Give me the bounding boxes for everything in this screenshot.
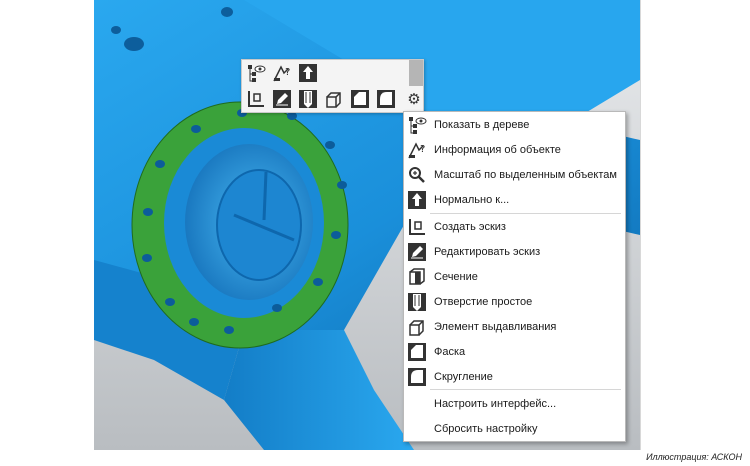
image-caption: Иллюстрация: АСКОН — [646, 452, 742, 462]
show-in-tree-icon — [246, 63, 266, 83]
menu-item-label: Настроить интерфейс... — [434, 398, 557, 410]
section-icon — [405, 265, 429, 289]
hub-hole — [124, 37, 144, 51]
menu-item-label: Сечение — [434, 271, 478, 283]
edit-sketch-icon — [405, 240, 429, 264]
menu-item-label: Элемент выдавливания — [434, 321, 557, 333]
toolbar-row-2 — [244, 87, 398, 111]
menu-item[interactable]: Элемент выдавливания — [404, 315, 625, 339]
menu-item[interactable]: ? Информация об объекте — [404, 138, 625, 162]
menu-item-label: Фаска — [434, 346, 466, 358]
toolbar-button-object-info[interactable]: ? — [270, 61, 294, 85]
menu-item-label: Показать в дереве — [434, 119, 530, 131]
menu-item[interactable]: Сбросить настройку — [404, 417, 625, 441]
menu-item[interactable]: Настроить интерфейс... — [404, 392, 625, 416]
normal-to-icon — [298, 63, 318, 83]
menu-item-label: Информация об объекте — [434, 144, 561, 156]
toolbar-button-create-sketch[interactable] — [244, 87, 268, 111]
hub-hole — [111, 26, 121, 34]
gear-icon[interactable]: ⚙ — [405, 87, 423, 111]
menu-item-label: Создать эскиз — [434, 221, 506, 233]
menu-separator — [430, 213, 621, 214]
menu-item[interactable]: Создать эскиз — [404, 215, 625, 239]
menu-separator — [430, 389, 621, 390]
extrude-icon — [405, 315, 429, 339]
simple-hole-icon — [405, 290, 429, 314]
fillet-icon — [376, 89, 396, 109]
chamfer-icon — [350, 89, 370, 109]
toolbar-button-normal-to[interactable] — [296, 61, 320, 85]
zoom-to-selection-icon — [405, 163, 429, 187]
toolbar-button-fillet[interactable] — [374, 87, 398, 111]
bore-rib — [262, 171, 268, 221]
menu-item[interactable]: Отверстие простое — [404, 290, 625, 314]
create-sketch-icon — [246, 89, 266, 109]
menu-item[interactable]: Скругление — [404, 365, 625, 389]
simple-hole-icon — [298, 89, 318, 109]
edit-sketch-icon — [272, 89, 292, 109]
toolbar-button-edit-sketch[interactable] — [270, 87, 294, 111]
toolbar-button-show-in-tree[interactable] — [244, 61, 268, 85]
menu-item[interactable]: Сечение — [404, 265, 625, 289]
context-menu: Показать в дереве? Информация об объекте М… — [403, 111, 626, 442]
toolbar-grip[interactable] — [409, 60, 423, 86]
svg-text:?: ? — [420, 144, 425, 155]
menu-item[interactable]: Показать в дереве — [404, 113, 625, 137]
menu-item-label: Отверстие простое — [434, 296, 533, 308]
hub-hole — [221, 7, 233, 17]
menu-item-label: Редактировать эскиз — [434, 246, 541, 258]
toolbar-button-simple-hole[interactable] — [296, 87, 320, 111]
menu-item[interactable]: Фаска — [404, 340, 625, 364]
menu-item[interactable]: Редактировать эскиз — [404, 240, 625, 264]
fillet-icon — [405, 365, 429, 389]
svg-text:?: ? — [285, 67, 290, 78]
chamfer-icon — [405, 340, 429, 364]
toolbar-row-1: ? — [244, 61, 320, 85]
normal-to-icon — [405, 188, 429, 212]
object-info-icon: ? — [272, 63, 292, 83]
extrude-icon — [324, 89, 344, 109]
menu-item[interactable]: Масштаб по выделенным объектам — [404, 163, 625, 187]
create-sketch-icon — [405, 215, 429, 239]
object-info-icon: ? — [405, 138, 429, 162]
context-toolbar: ? ⚙ — [241, 59, 424, 113]
menu-item-label: Скругление — [434, 371, 493, 383]
menu-item[interactable]: Нормально к... — [404, 188, 625, 212]
menu-item-label: Сбросить настройку — [434, 423, 538, 435]
toolbar-button-extrude[interactable] — [322, 87, 346, 111]
menu-item-label: Нормально к... — [434, 194, 510, 206]
menu-item-label: Масштаб по выделенным объектам — [434, 169, 617, 181]
show-in-tree-icon — [405, 113, 429, 137]
toolbar-button-chamfer[interactable] — [348, 87, 372, 111]
